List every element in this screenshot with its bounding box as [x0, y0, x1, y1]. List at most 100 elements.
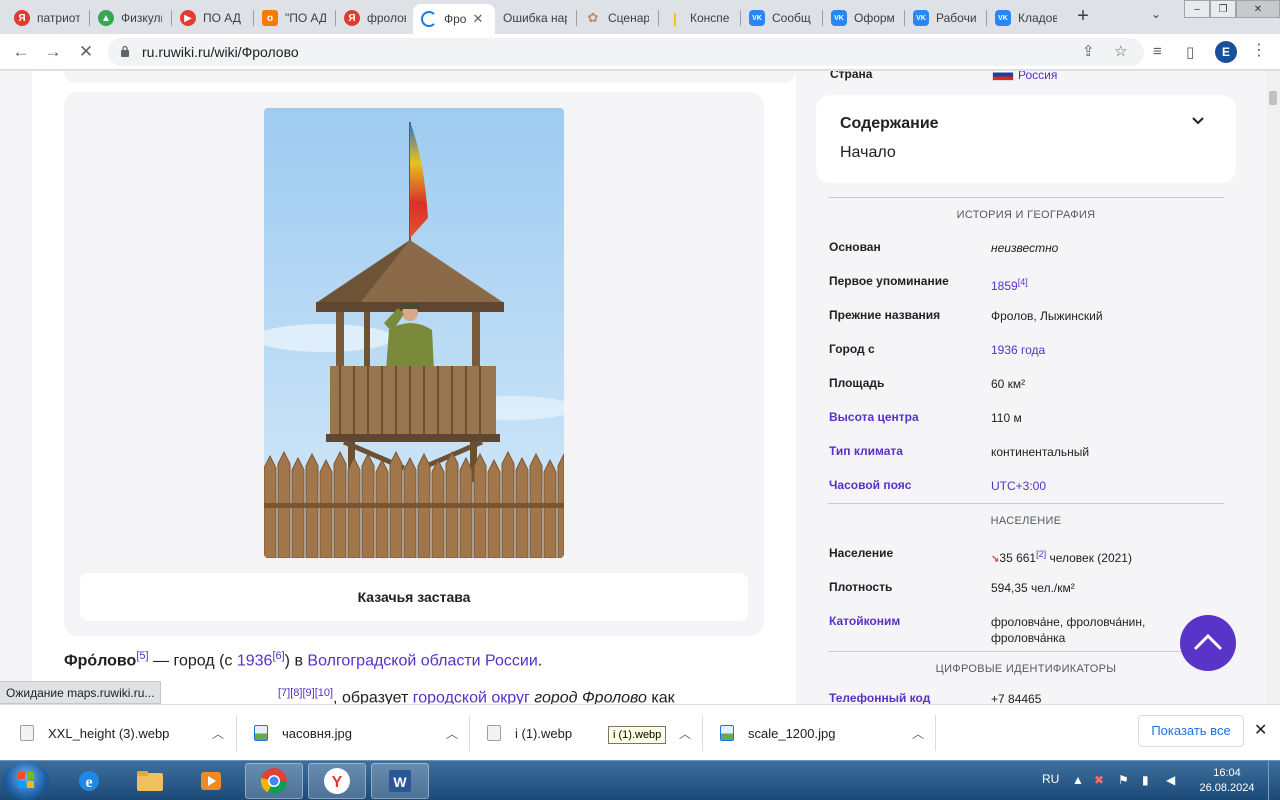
start-button[interactable]: [3, 762, 49, 800]
tab-vk-design[interactable]: VK Оформ: [823, 4, 903, 32]
country-value[interactable]: Россия: [992, 71, 1222, 83]
taskbar-clock[interactable]: 16:04 26.08.2024: [1196, 766, 1258, 796]
volume-icon[interactable]: ◀: [1166, 773, 1175, 787]
close-download-bar-icon[interactable]: ✕: [1254, 720, 1267, 740]
tab-strip: Я патриот ▲ Физкуль ▶ ПО АД о "ПО АД Я ф…: [0, 0, 1280, 34]
vk-icon: VK: [749, 10, 765, 26]
bookmark-star-icon[interactable]: ☆: [1114, 42, 1127, 60]
address-bar[interactable]: ru.ruwiki.ru/wiki/Фролово ⇪ ☆: [108, 38, 1144, 66]
close-window-button[interactable]: ✕: [1236, 0, 1280, 18]
table-of-contents: Содержание Начало: [816, 95, 1236, 183]
svg-text:W: W: [393, 774, 407, 790]
infobox-row: Город с 1936 года: [829, 342, 1046, 357]
page-scrollbar[interactable]: [1266, 71, 1280, 704]
download-item[interactable]: scale_1200.jpg ︿: [720, 705, 924, 761]
youtube-icon: ▶: [180, 10, 196, 26]
url-text[interactable]: ru.ruwiki.ru/wiki/Фролово: [142, 44, 299, 60]
figure-card: Казачья застава: [64, 92, 764, 636]
side-panel-icon[interactable]: ▯: [1186, 43, 1194, 61]
infobox-row-katoikonim: Катойконим фроловча́не, фроловча́нин, фр…: [829, 614, 1146, 645]
taskbar-chrome[interactable]: [245, 763, 303, 799]
share-icon[interactable]: ⇪: [1082, 42, 1095, 60]
tab-fizkult[interactable]: ▲ Физкуль: [90, 4, 170, 32]
keyboard-language[interactable]: RU: [1042, 772, 1059, 786]
file-icon: [20, 725, 34, 741]
network-alert-icon[interactable]: ✖: [1094, 773, 1104, 787]
browser-menu-icon[interactable]: ⋮: [1251, 40, 1267, 60]
restore-button[interactable]: ❐: [1210, 0, 1236, 18]
minimize-button[interactable]: –: [1184, 0, 1210, 18]
security-icon[interactable]: ⚑: [1118, 773, 1129, 787]
refs-7-10[interactable]: [7][8][9][10]: [278, 687, 333, 699]
chevron-up-icon[interactable]: ︿: [212, 725, 224, 742]
vk-icon: VK: [913, 10, 929, 26]
chevron-up-icon[interactable]: ︿: [912, 725, 924, 742]
tab-po-ad-quote[interactable]: о "ПО АД: [254, 4, 334, 32]
new-tab-button[interactable]: +: [1069, 5, 1097, 28]
close-tab-icon[interactable]: ✕: [472, 11, 483, 27]
article-paragraph-1: Фро́лово[5] — город (с 1936[6]) в Волгог…: [64, 650, 543, 670]
scroll-to-top-button[interactable]: [1180, 615, 1236, 671]
chevron-up-icon[interactable]: ︿: [446, 725, 458, 742]
stop-loading-button[interactable]: ✕: [75, 41, 97, 63]
scrollbar-thumb[interactable]: [1269, 91, 1277, 105]
cossack-outpost-photo[interactable]: [264, 108, 564, 558]
tab-patriot[interactable]: Я патриот: [6, 4, 88, 32]
download-tooltip: i (1).webp: [608, 726, 667, 744]
download-separator: [469, 715, 470, 751]
lock-icon[interactable]: [120, 45, 130, 57]
folder-icon: [137, 771, 163, 791]
window-controls: – ❐ ✕: [1184, 0, 1280, 20]
profile-avatar[interactable]: E: [1215, 41, 1237, 63]
tab-scenario[interactable]: ✿ Сценар: [577, 4, 657, 32]
tab-vk-messages[interactable]: VK Сообщ: [741, 4, 821, 32]
tray-expand-icon[interactable]: ▲: [1072, 773, 1084, 787]
toc-chevron-down-icon[interactable]: [1191, 113, 1205, 129]
forward-button[interactable]: →: [42, 41, 64, 63]
back-button[interactable]: ←: [10, 41, 32, 63]
chrome-icon: [260, 768, 288, 795]
tab-konspekt[interactable]: | Конспе: [659, 4, 739, 32]
toc-item-start[interactable]: Начало: [840, 144, 896, 162]
tab-frolovo-active[interactable]: Фро ✕: [413, 4, 495, 34]
volgograd-region-link[interactable]: Волгоградской области России: [307, 652, 537, 669]
tab-vk-work[interactable]: VK Рабочи: [905, 4, 985, 32]
browser-toolbar: ← → ✕ ru.ruwiki.ru/wiki/Фролово ⇪ ☆ ≡ ▯ …: [0, 34, 1280, 70]
yandex-icon: Я: [344, 10, 360, 26]
tab-search-icon[interactable]: ⌄: [1151, 7, 1161, 21]
ok-icon: о: [262, 10, 278, 26]
vk-icon: VK: [831, 10, 847, 26]
tab-error[interactable]: Ошибка нар: [495, 4, 575, 32]
infobox-section-history: История и география: [828, 197, 1224, 231]
taskbar-yandex[interactable]: Y: [308, 763, 366, 799]
right-column: Страна Россия Содержание Начало История …: [816, 71, 1236, 704]
taskbar-ie[interactable]: e: [60, 763, 118, 799]
show-desktop-button[interactable]: [1268, 761, 1280, 800]
signal-icon[interactable]: ▮: [1142, 773, 1149, 787]
taskbar-word[interactable]: W: [371, 763, 429, 799]
infobox-row: Первое упоминание 1859[4]: [829, 274, 1028, 293]
ref-5[interactable]: [5]: [136, 650, 148, 662]
download-item[interactable]: часовня.jpg ︿: [254, 705, 458, 761]
tab-vk-storage[interactable]: VK Кладов: [987, 4, 1065, 32]
infobox-row: Основан неизвестно: [829, 240, 1059, 255]
reading-list-icon[interactable]: ≡: [1153, 43, 1162, 60]
urban-district-link[interactable]: городской округ: [413, 690, 530, 704]
drive-icon: ▲: [98, 10, 114, 26]
taskbar-explorer[interactable]: [121, 763, 179, 799]
tab-frolov-search[interactable]: Я фролов: [336, 4, 414, 32]
download-item[interactable]: XXL_height (3).webp ︿: [20, 705, 224, 761]
main-content: Казачья застава Фро́лово[5] — город (с 1…: [32, 71, 796, 704]
taskbar-media[interactable]: [182, 763, 240, 799]
file-icon: [487, 725, 501, 741]
ref-6[interactable]: [6]: [272, 650, 284, 662]
chevron-up-icon[interactable]: ︿: [679, 725, 691, 742]
tab-po-ad[interactable]: ▶ ПО АД: [172, 4, 252, 32]
windows-logo-icon: [18, 772, 34, 788]
page-viewport: Казачья застава Фро́лово[5] — город (с 1…: [0, 71, 1280, 704]
year-1936-link[interactable]: 1936: [237, 652, 273, 669]
infobox-country-row: Страна Россия: [829, 71, 1229, 87]
loading-spinner-icon: [421, 11, 437, 27]
show-all-downloads-button[interactable]: Показать все: [1138, 715, 1244, 747]
infobox-row: Часовой пояс UTC+3:00: [829, 478, 1047, 493]
